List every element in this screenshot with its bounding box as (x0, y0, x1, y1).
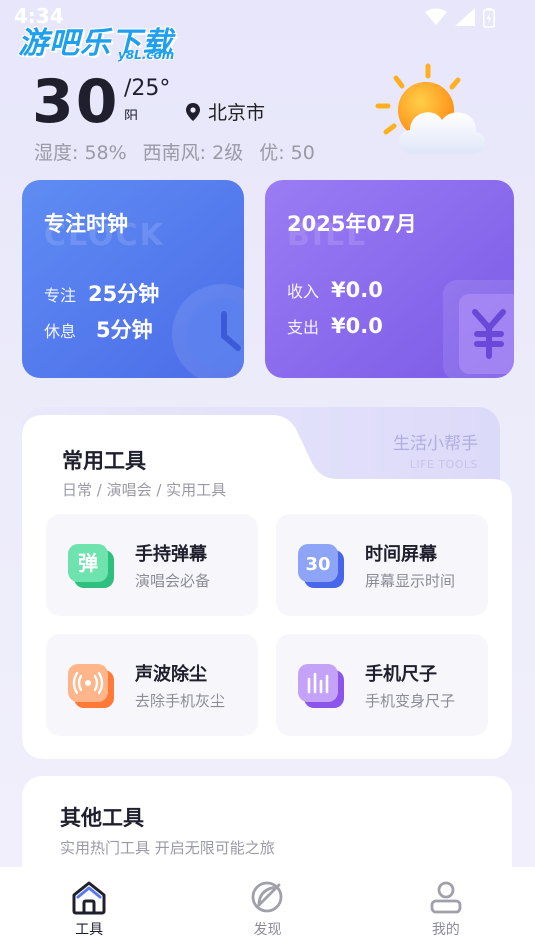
svg-text:弹: 弹 (78, 551, 98, 575)
clock-icon (172, 284, 244, 378)
weather-condition: 阳 (124, 109, 138, 120)
weather-stats: 湿度: 58% 西南风: 2级 优: 50 (34, 138, 315, 165)
location[interactable]: 北京市 (186, 98, 265, 125)
air-quality: 优: 50 (259, 142, 315, 164)
tool-time-screen[interactable]: 30 时间屏幕 屏幕显示时间 (276, 514, 488, 616)
nav-label: 发现 (253, 922, 282, 938)
nav-profile[interactable]: 我的 (357, 867, 535, 951)
battery-icon (483, 8, 495, 28)
income-label: 收入 (287, 282, 320, 301)
common-tools-subtitle: 日常 / 演唱会 / 实用工具 (62, 481, 227, 499)
tool-name: 声波除尘 (135, 664, 207, 685)
yuan-icon (443, 280, 514, 378)
expense-value: ¥0.0 (331, 314, 383, 338)
danmaku-icon: 弹 (68, 544, 114, 588)
focus-card-title: 专注时钟 (44, 212, 128, 236)
life-tools-label: 生活小帮手 LIFE TOOLS (393, 429, 478, 471)
wifi-icon (425, 8, 447, 25)
expense-row: 支出 ¥0.0 (287, 314, 383, 338)
tool-desc: 去除手机灰尘 (135, 692, 226, 710)
svg-text:30: 30 (305, 554, 330, 575)
bill-card[interactable]: BILL 2025年07月 收入 ¥0.0 支出 ¥0.0 (265, 180, 514, 378)
rest-label: 休息 (44, 322, 77, 341)
bottom-nav: 工具 发现 我的 (0, 867, 535, 951)
ruler-icon (298, 664, 344, 708)
nav-tools[interactable]: 工具 (0, 867, 178, 951)
life-tools-cn: 生活小帮手 (393, 434, 478, 454)
tool-handheld-danmaku[interactable]: 弹 手持弹幕 演唱会必备 (46, 514, 258, 616)
sound-wave-icon (68, 664, 114, 708)
focus-clock-card[interactable]: CLOCK 专注时钟 专注 25分钟 休息 5分钟 (22, 180, 244, 378)
location-name: 北京市 (208, 102, 266, 124)
other-tools-title: 其他工具 (60, 806, 144, 830)
home-icon (72, 881, 106, 915)
tool-name: 手持弹幕 (135, 544, 207, 565)
leaf-icon (252, 881, 283, 913)
nav-label: 我的 (431, 922, 460, 938)
income-row: 收入 ¥0.0 (287, 278, 383, 302)
focus-row: 专注 25分钟 (44, 278, 159, 308)
focus-value: 25分钟 (88, 282, 160, 306)
common-tools-panel: 生活小帮手 LIFE TOOLS 常用工具 日常 / 演唱会 / 实用工具 弹 … (22, 407, 512, 759)
location-pin-icon (186, 102, 200, 121)
sun-cloud-icon (375, 63, 486, 154)
rest-value: 5分钟 (96, 318, 153, 342)
tool-name: 时间屏幕 (365, 544, 437, 565)
nav-label: 工具 (75, 922, 104, 938)
income-value: ¥0.0 (331, 278, 383, 302)
tool-name: 手机尺子 (365, 664, 437, 685)
tool-desc: 手机变身尺子 (365, 692, 456, 710)
watermark-logo: 游吧乐下载 y8L.com (18, 18, 174, 62)
other-tools-subtitle: 实用热门工具 开启无限可能之旅 (60, 839, 275, 857)
humidity: 湿度: 58% (34, 142, 127, 164)
bill-card-title: 2025年07月 (287, 212, 417, 236)
status-icons (425, 8, 495, 28)
common-tools-title: 常用工具 (62, 449, 146, 473)
tool-desc: 屏幕显示时间 (365, 572, 456, 590)
rest-row: 休息 5分钟 (44, 314, 153, 344)
signal-icon (455, 8, 475, 26)
wind: 西南风: 2级 (142, 142, 244, 164)
expense-label: 支出 (287, 318, 320, 337)
focus-label: 专注 (44, 286, 77, 305)
tool-desc: 演唱会必备 (135, 572, 211, 590)
tool-phone-ruler[interactable]: 手机尺子 手机变身尺子 (276, 634, 488, 736)
temperature: 30 (32, 72, 120, 124)
temperature-low: /25° (124, 76, 171, 101)
tool-sound-dust[interactable]: 声波除尘 去除手机灰尘 (46, 634, 258, 736)
clock-screen-icon: 30 (298, 544, 344, 588)
profile-icon (430, 881, 462, 914)
life-tools-en: LIFE TOOLS (409, 458, 478, 471)
nav-discover[interactable]: 发现 (178, 867, 356, 951)
